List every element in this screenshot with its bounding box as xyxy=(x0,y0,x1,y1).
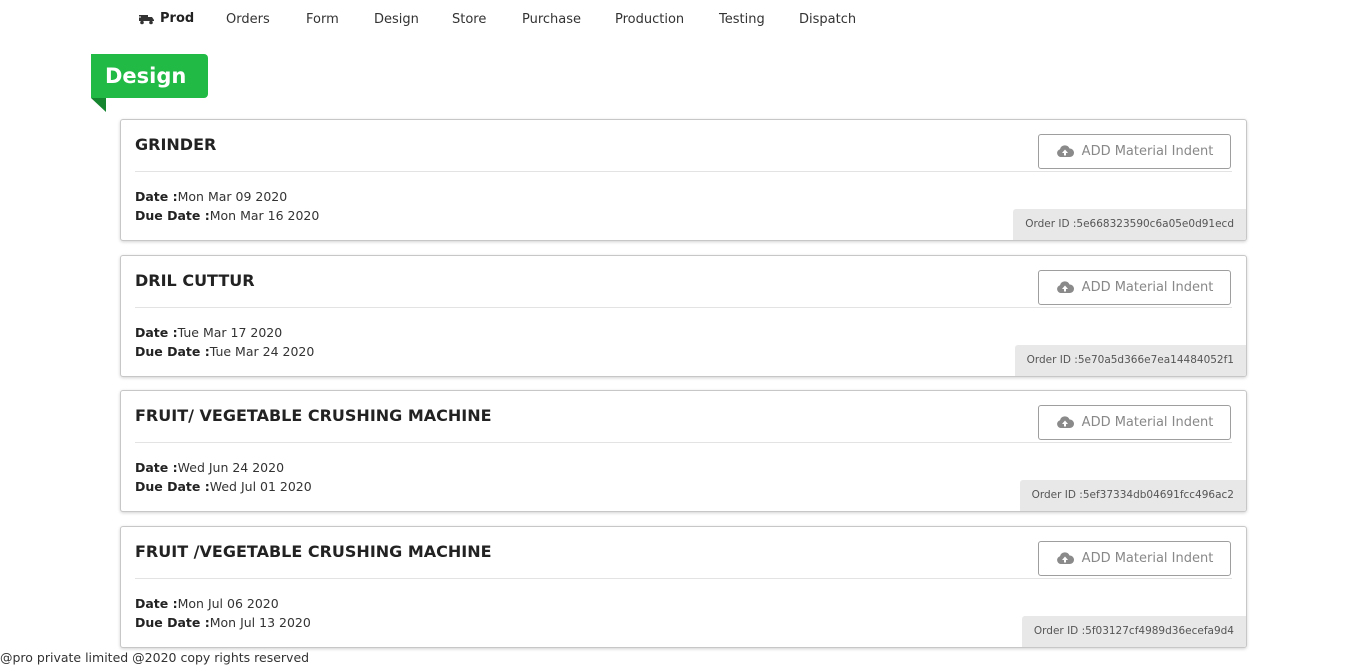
add-material-indent-label: ADD Material Indent xyxy=(1081,280,1214,295)
due-date-value: Wed Jul 01 2020 xyxy=(209,479,312,494)
order-due-date: Due Date :Wed Jul 01 2020 xyxy=(135,479,312,494)
order-title: FRUIT/ VEGETABLE CRUSHING MACHINE xyxy=(135,406,492,425)
order-card: DRIL CUTTUR ADD Material Indent Date :Tu… xyxy=(120,255,1247,377)
due-date-value: Tue Mar 24 2020 xyxy=(209,344,315,359)
order-due-date: Due Date :Tue Mar 24 2020 xyxy=(135,344,314,359)
truck-icon xyxy=(138,13,156,25)
brand-label: Prod xyxy=(160,11,195,26)
cloud-upload-icon xyxy=(1056,416,1074,429)
page-title: Design xyxy=(105,64,187,88)
order-id-label: Order ID : xyxy=(1026,354,1078,366)
date-label: Date : xyxy=(135,325,178,340)
brand-link[interactable]: Prod xyxy=(138,11,194,26)
order-id-badge: Order ID :5ef37334db04691fcc496ac2 xyxy=(1019,480,1246,511)
add-material-indent-button[interactable]: ADD Material Indent xyxy=(1038,541,1231,576)
order-id-badge: Order ID :5e70a5d366e7ea14484052f1 xyxy=(1014,345,1246,376)
nav-item-design[interactable]: Design xyxy=(374,12,419,27)
add-material-indent-button[interactable]: ADD Material Indent xyxy=(1038,134,1231,169)
order-date: Date :Mon Jul 06 2020 xyxy=(135,596,279,611)
date-value: Mon Jul 06 2020 xyxy=(177,596,279,611)
add-material-indent-label: ADD Material Indent xyxy=(1081,415,1214,430)
date-value: Tue Mar 17 2020 xyxy=(177,325,283,340)
order-card: GRINDER ADD Material Indent Date :Mon Ma… xyxy=(120,119,1247,241)
date-value: Mon Mar 09 2020 xyxy=(177,189,288,204)
add-material-indent-label: ADD Material Indent xyxy=(1081,144,1214,159)
nav-item-dispatch[interactable]: Dispatch xyxy=(799,12,856,27)
order-date: Date :Mon Mar 09 2020 xyxy=(135,189,287,204)
order-card: FRUIT/ VEGETABLE CRUSHING MACHINE ADD Ma… xyxy=(120,390,1247,512)
page-title-ribbon: Design xyxy=(91,54,208,98)
order-id-label: Order ID : xyxy=(1025,218,1077,230)
footer-copyright: @pro private limited @2020 copy rights r… xyxy=(0,650,310,665)
order-title: FRUIT /VEGETABLE CRUSHING MACHINE xyxy=(135,542,492,561)
nav-item-form[interactable]: Form xyxy=(306,12,339,27)
order-id-label: Order ID : xyxy=(1031,489,1083,501)
order-card: FRUIT /VEGETABLE CRUSHING MACHINE ADD Ma… xyxy=(120,526,1247,648)
order-title: GRINDER xyxy=(135,135,217,154)
date-value: Wed Jun 24 2020 xyxy=(177,460,285,475)
order-title: DRIL CUTTUR xyxy=(135,271,255,290)
order-id-label: Order ID : xyxy=(1033,625,1086,637)
order-id-value: 5f03127cf4989d36ecefa9d4 xyxy=(1085,625,1234,637)
cloud-upload-icon xyxy=(1056,552,1074,565)
nav-item-purchase[interactable]: Purchase xyxy=(522,12,581,27)
order-id-value: 5e668323590c6a05e0d91ecd xyxy=(1076,218,1234,230)
due-date-label: Due Date : xyxy=(135,615,210,630)
card-divider xyxy=(135,442,1232,443)
nav-item-orders[interactable]: Orders xyxy=(226,12,270,27)
ribbon-tail xyxy=(91,98,106,112)
order-due-date: Due Date :Mon Jul 13 2020 xyxy=(135,615,311,630)
cloud-upload-icon xyxy=(1056,281,1074,294)
order-id-badge: Order ID :5e668323590c6a05e0d91ecd xyxy=(1013,209,1246,240)
date-label: Date : xyxy=(135,596,178,611)
due-date-label: Due Date : xyxy=(135,208,210,223)
order-id-badge: Order ID :5f03127cf4989d36ecefa9d4 xyxy=(1021,616,1246,647)
order-id-value: 5e70a5d366e7ea14484052f1 xyxy=(1077,354,1234,366)
date-label: Date : xyxy=(135,460,178,475)
due-date-label: Due Date : xyxy=(135,479,210,494)
card-divider xyxy=(135,171,1232,172)
order-date: Date :Wed Jun 24 2020 xyxy=(135,460,284,475)
nav-item-testing[interactable]: Testing xyxy=(719,12,765,27)
due-date-value: Mon Jul 13 2020 xyxy=(209,615,311,630)
order-due-date: Due Date :Mon Mar 16 2020 xyxy=(135,208,319,223)
order-date: Date :Tue Mar 17 2020 xyxy=(135,325,282,340)
nav-item-store[interactable]: Store xyxy=(452,12,486,27)
nav-item-production[interactable]: Production xyxy=(615,12,684,27)
add-material-indent-button[interactable]: ADD Material Indent xyxy=(1038,270,1231,305)
cloud-upload-icon xyxy=(1056,145,1074,158)
add-material-indent-button[interactable]: ADD Material Indent xyxy=(1038,405,1231,440)
card-divider xyxy=(135,578,1232,579)
add-material-indent-label: ADD Material Indent xyxy=(1081,551,1214,566)
date-label: Date : xyxy=(135,189,178,204)
due-date-label: Due Date : xyxy=(135,344,210,359)
card-divider xyxy=(135,307,1232,308)
order-id-value: 5ef37334db04691fcc496ac2 xyxy=(1082,489,1234,501)
top-navbar: Prod Orders Form Design Store Purchase P… xyxy=(0,0,1366,40)
due-date-value: Mon Mar 16 2020 xyxy=(209,208,320,223)
